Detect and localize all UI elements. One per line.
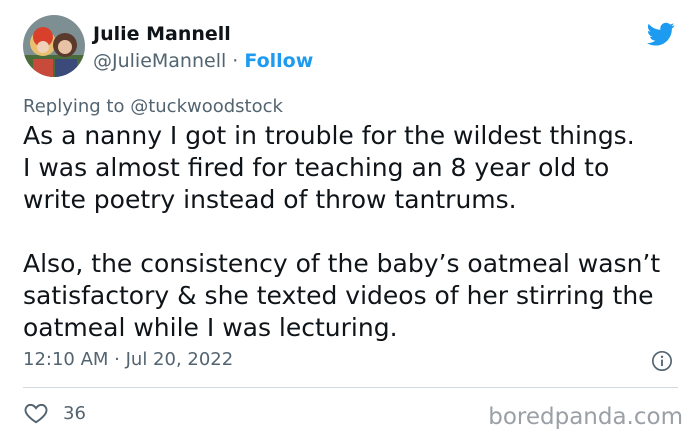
- twitter-bird-icon[interactable]: [644, 20, 678, 48]
- like-count: 36: [63, 402, 86, 424]
- author-name[interactable]: Julie Mannell: [93, 23, 231, 45]
- tweet-paragraph-1: As a nanny I got in trouble for the wild…: [23, 121, 635, 214]
- info-icon[interactable]: [651, 350, 673, 372]
- handle-separator: ·: [226, 50, 245, 72]
- like-button[interactable]: 36: [23, 400, 86, 426]
- tweet-text: As a nanny I got in trouble for the wild…: [23, 120, 688, 344]
- avatar[interactable]: [23, 15, 85, 77]
- watermark: boredpanda.com: [488, 404, 683, 430]
- tweet-timestamp[interactable]: 12:10 AM · Jul 20, 2022: [23, 349, 233, 370]
- author-handle[interactable]: @JulieMannell: [93, 50, 226, 72]
- follow-button[interactable]: Follow: [244, 50, 313, 72]
- author-handle-row: @JulieMannell · Follow: [93, 50, 313, 72]
- heart-icon[interactable]: [23, 400, 49, 426]
- replying-to-label: Replying to: [23, 96, 131, 117]
- tweet-paragraph-2: Also, the consistency of the baby’s oatm…: [23, 249, 661, 342]
- replying-to: Replying to @tuckwoodstock: [23, 96, 283, 117]
- divider: [23, 387, 678, 388]
- reply-mention-link[interactable]: @tuckwoodstock: [130, 96, 283, 117]
